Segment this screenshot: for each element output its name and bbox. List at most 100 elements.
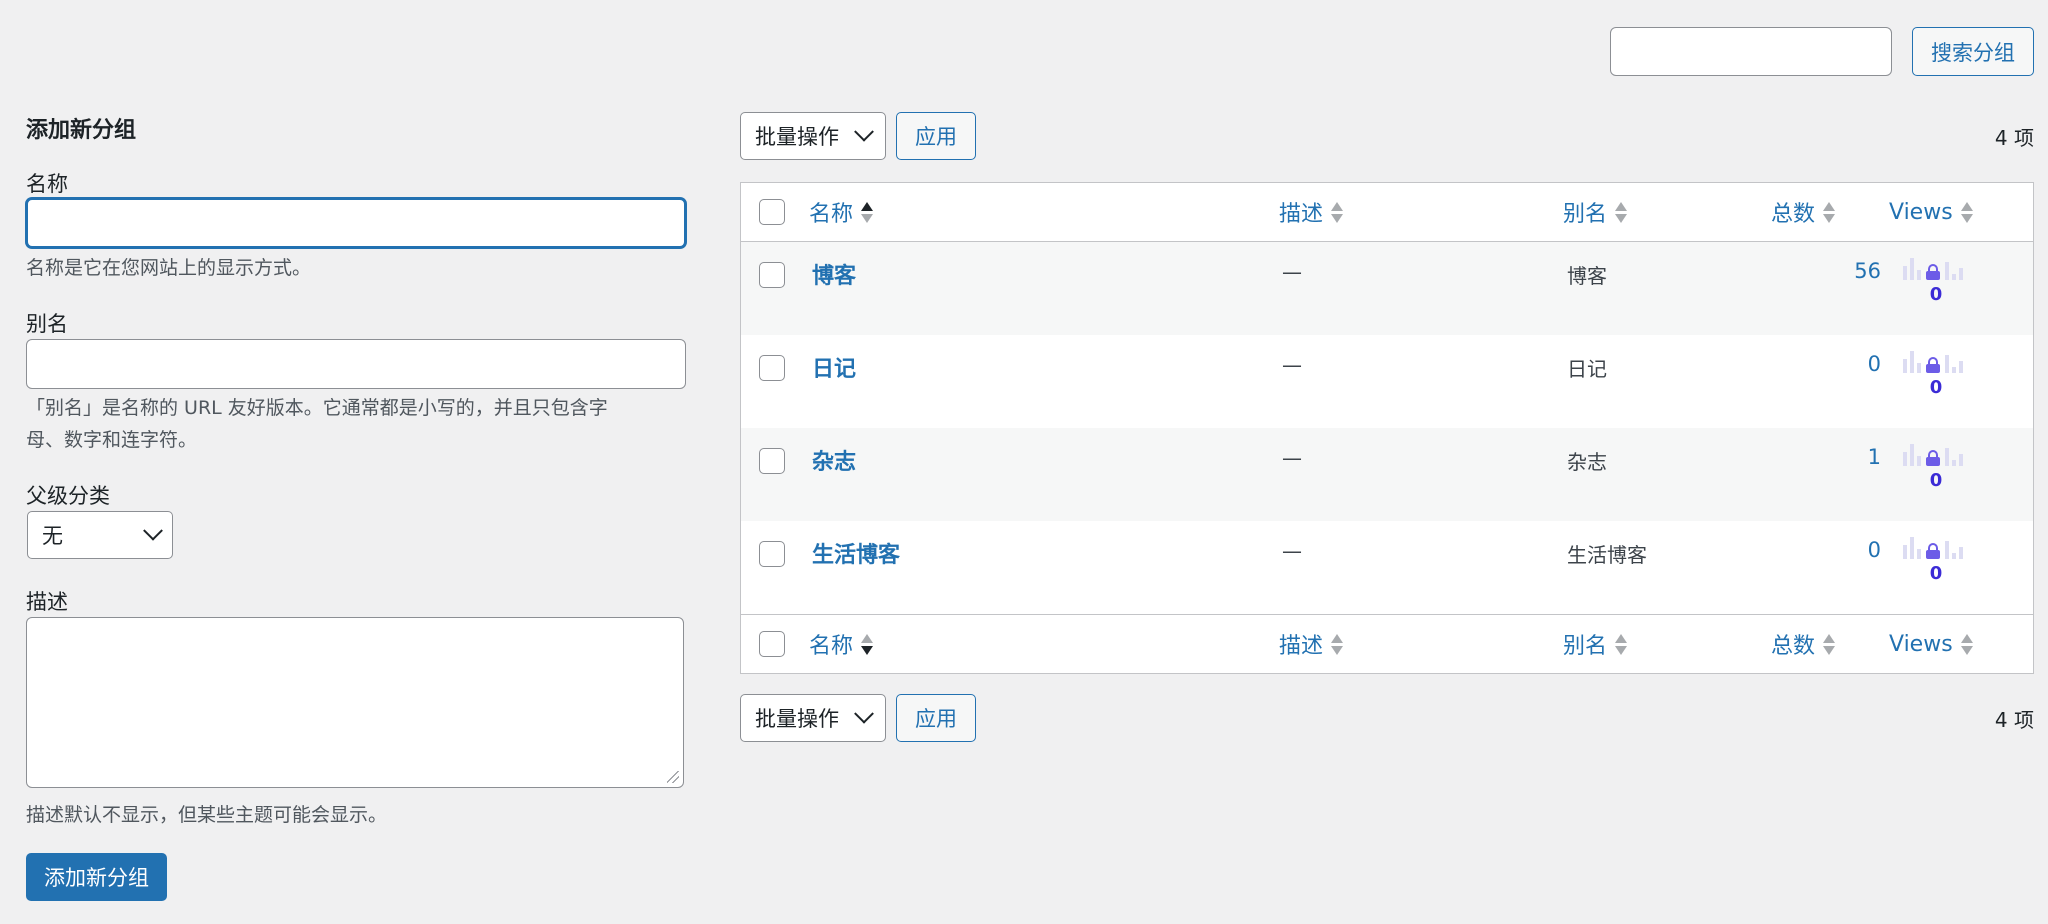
sort-desc-icon xyxy=(861,633,874,655)
sort-asc-icon xyxy=(861,201,874,223)
tablenav-bottom: 批量操作 应用 4 项 xyxy=(740,694,2034,742)
sort-icon xyxy=(1823,633,1836,655)
form-title: 添加新分组 xyxy=(26,118,137,143)
chevron-down-icon xyxy=(143,520,163,541)
parent-label: 父级分类 xyxy=(26,484,110,508)
column-slug-footer[interactable]: 别名 xyxy=(1563,628,1628,660)
row-count-link[interactable]: 0 xyxy=(1841,352,1881,376)
column-count[interactable]: 总数 xyxy=(1771,196,1836,228)
bulk-actions-label: 批量操作 xyxy=(755,707,839,731)
row-checkbox[interactable] xyxy=(759,541,785,567)
views-count-link[interactable]: 0 xyxy=(1903,563,1969,584)
row-count-link[interactable]: 56 xyxy=(1841,259,1881,283)
column-count-label: 总数 xyxy=(1771,202,1816,227)
chevron-down-icon xyxy=(854,121,874,142)
column-slug[interactable]: 别名 xyxy=(1563,196,1628,228)
row-views: 0 xyxy=(1903,347,1969,398)
table-header: 名称 描述 别名 总数 Views xyxy=(741,183,2033,242)
row-views: 0 xyxy=(1903,440,1969,491)
table-footer: 名称 描述 别名 总数 Views xyxy=(741,614,2033,673)
parent-select[interactable]: 无 xyxy=(27,511,173,559)
slug-help: 「别名」是名称的 URL 友好版本。它通常都是小写的，并且只包含字 母、数字和连… xyxy=(26,392,686,456)
column-description[interactable]: 描述 xyxy=(1279,196,1344,228)
name-label: 名称 xyxy=(26,172,68,196)
column-description-label: 描述 xyxy=(1279,634,1324,659)
item-count-bottom: 4 项 xyxy=(1994,707,2034,732)
column-slug-label: 别名 xyxy=(1563,634,1608,659)
row-description: — xyxy=(1282,539,1302,563)
slug-help-line-1: 「别名」是名称的 URL 友好版本。它通常都是小写的，并且只包含字 xyxy=(26,397,608,419)
sort-icon xyxy=(1960,201,1973,223)
row-checkbox[interactable] xyxy=(759,448,785,474)
row-description: — xyxy=(1282,260,1302,284)
tablenav-top: 批量操作 应用 4 项 xyxy=(740,112,2034,160)
row-title-link[interactable]: 生活博客 xyxy=(812,537,900,569)
table-row: 日记 — 日记 0 0 xyxy=(741,335,2033,428)
apply-button-bottom[interactable]: 应用 xyxy=(896,694,976,742)
views-chart-lock-icon xyxy=(1903,254,1969,280)
views-count-link[interactable]: 0 xyxy=(1903,284,1969,305)
row-description: — xyxy=(1282,446,1302,470)
views-count-link[interactable]: 0 xyxy=(1903,470,1969,491)
row-title-link[interactable]: 杂志 xyxy=(812,444,856,476)
page: 搜索分组 添加新分组 名称 名称是它在您网站上的显示方式。 别名 「别名」是名称… xyxy=(0,0,2048,924)
description-help: 描述默认不显示，但某些主题可能会显示。 xyxy=(26,804,388,826)
chevron-down-icon xyxy=(854,703,874,724)
select-all-checkbox-footer[interactable] xyxy=(759,631,785,657)
row-count-link[interactable]: 0 xyxy=(1841,538,1881,562)
slug-input[interactable] xyxy=(26,339,686,389)
bulk-actions-label: 批量操作 xyxy=(755,125,839,149)
slug-label: 别名 xyxy=(26,312,68,336)
column-description-label: 描述 xyxy=(1279,202,1324,227)
row-title-link[interactable]: 日记 xyxy=(812,351,856,383)
row-count-link[interactable]: 1 xyxy=(1841,445,1881,469)
column-slug-label: 别名 xyxy=(1563,202,1608,227)
column-views[interactable]: Views xyxy=(1889,200,1973,225)
column-views-label: Views xyxy=(1889,631,1953,657)
add-new-group-button[interactable]: 添加新分组 xyxy=(26,853,167,901)
row-slug: 生活博客 xyxy=(1567,543,1647,567)
row-slug: 杂志 xyxy=(1567,450,1607,474)
select-all-checkbox[interactable] xyxy=(759,199,785,225)
item-count-top: 4 项 xyxy=(1994,125,2034,150)
bulk-actions-select-top[interactable]: 批量操作 xyxy=(740,112,886,160)
sort-icon xyxy=(1615,201,1628,223)
column-name-footer[interactable]: 名称 xyxy=(809,628,874,660)
sort-icon xyxy=(1331,633,1344,655)
views-chart-lock-icon xyxy=(1903,440,1969,466)
description-textarea[interactable] xyxy=(26,617,684,788)
sort-icon xyxy=(1960,633,1973,655)
bulk-actions-select-bottom[interactable]: 批量操作 xyxy=(740,694,886,742)
row-checkbox[interactable] xyxy=(759,355,785,381)
table-row: 博客 — 博客 56 0 xyxy=(741,242,2033,335)
column-views-footer[interactable]: Views xyxy=(1889,632,1973,657)
apply-button-top[interactable]: 应用 xyxy=(896,112,976,160)
description-label: 描述 xyxy=(26,590,68,614)
views-count-link[interactable]: 0 xyxy=(1903,377,1969,398)
column-name-label: 名称 xyxy=(809,634,854,659)
search-box: 搜索分组 xyxy=(1610,27,2034,76)
slug-help-line-2: 母、数字和连字符。 xyxy=(26,429,198,451)
parent-select-value: 无 xyxy=(42,524,63,548)
sort-icon xyxy=(1331,201,1344,223)
sort-icon xyxy=(1615,633,1628,655)
name-help: 名称是它在您网站上的显示方式。 xyxy=(26,257,312,279)
row-title-link[interactable]: 博客 xyxy=(812,258,856,290)
column-views-label: Views xyxy=(1889,199,1953,225)
row-description: — xyxy=(1282,353,1302,377)
views-chart-lock-icon xyxy=(1903,347,1969,373)
table-row: 杂志 — 杂志 1 0 xyxy=(741,428,2033,521)
name-input[interactable] xyxy=(26,198,686,248)
column-name-label: 名称 xyxy=(809,202,854,227)
table-row: 生活博客 — 生活博客 0 0 xyxy=(741,521,2033,614)
views-chart-lock-icon xyxy=(1903,533,1969,559)
row-checkbox[interactable] xyxy=(759,262,785,288)
column-name[interactable]: 名称 xyxy=(809,196,874,228)
search-groups-button[interactable]: 搜索分组 xyxy=(1912,27,2034,76)
search-input[interactable] xyxy=(1610,27,1892,76)
column-count-footer[interactable]: 总数 xyxy=(1771,628,1836,660)
column-description-footer[interactable]: 描述 xyxy=(1279,628,1344,660)
sort-icon xyxy=(1823,201,1836,223)
resize-handle-icon[interactable] xyxy=(667,771,679,783)
column-count-label: 总数 xyxy=(1771,634,1816,659)
